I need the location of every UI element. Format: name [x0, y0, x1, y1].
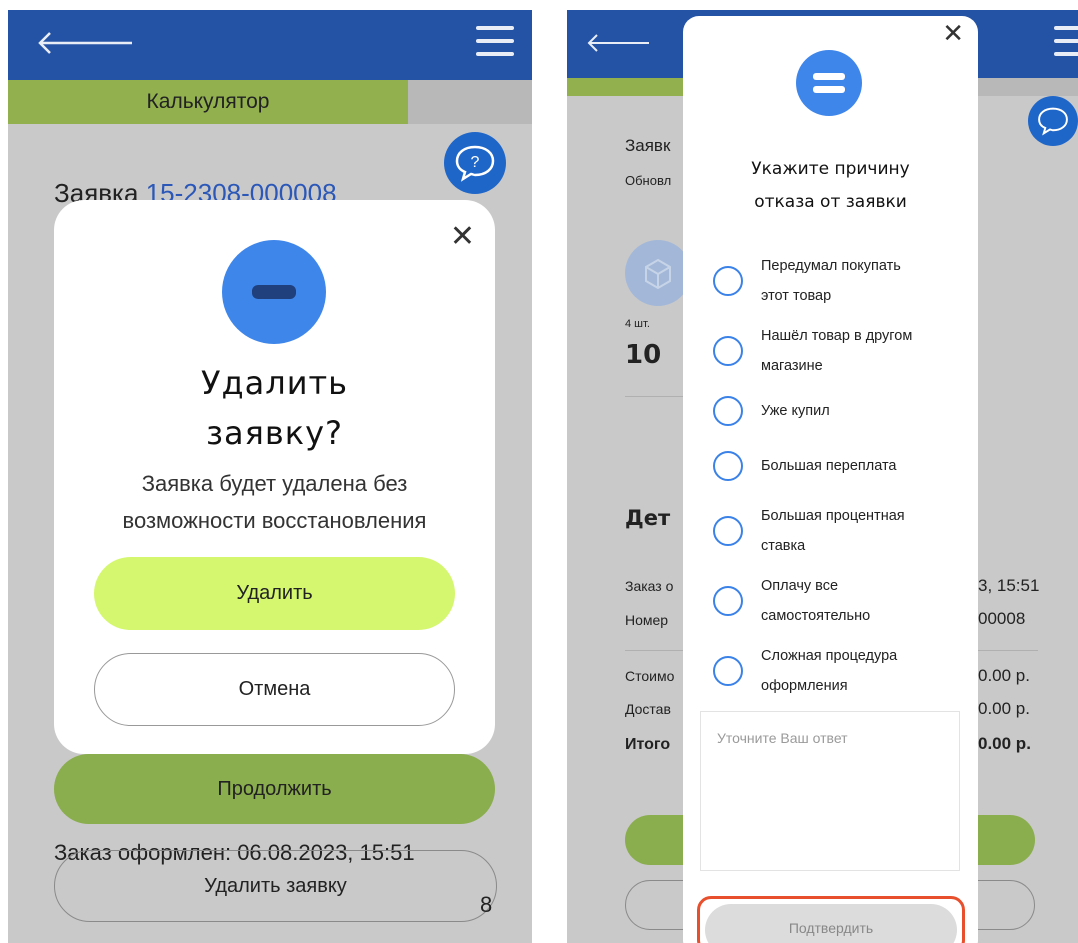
- arrow-left-icon[interactable]: [585, 30, 651, 56]
- reason-label: Оплачу все самостоятельно: [761, 578, 871, 624]
- delete-modal-description: Заявка будет удалена без возможности вос…: [122, 471, 427, 533]
- radio-button[interactable]: [713, 451, 743, 481]
- price-fragment: 10: [625, 340, 662, 370]
- chat-icon: [1038, 107, 1068, 136]
- hamburger-menu-icon[interactable]: [1054, 26, 1078, 60]
- quantity-text: 4 шт.: [625, 318, 650, 330]
- number-row-label: Номер: [625, 612, 669, 628]
- reason-option[interactable]: Оплачу все самостоятельно: [713, 571, 963, 631]
- total-value: 0.00 р.: [978, 734, 1031, 753]
- radio-button[interactable]: [713, 516, 743, 546]
- close-icon[interactable]: ✕: [942, 20, 964, 46]
- divider: [625, 396, 685, 397]
- radio-button[interactable]: [713, 396, 743, 426]
- delivery-value: 0.00 р.: [978, 699, 1030, 718]
- confirm-delete-button[interactable]: Удалить: [94, 557, 455, 630]
- details-heading-fragment: Дет: [625, 506, 671, 530]
- radio-button[interactable]: [713, 656, 743, 686]
- reason-title-line2: отказа от заявки: [754, 192, 907, 212]
- divider: [625, 650, 685, 651]
- equals-circle-icon: [796, 50, 862, 116]
- chat-help-button[interactable]: [1028, 96, 1078, 146]
- reason-option[interactable]: Уже купил: [713, 396, 963, 432]
- confirm-highlight: Подтвердить: [697, 896, 965, 943]
- reason-option[interactable]: Сложная процедура оформления: [713, 641, 963, 701]
- updated-fragment: Обновл: [625, 173, 672, 188]
- confirm-button[interactable]: Подтвердить: [705, 904, 957, 943]
- delivery-label: Достав: [625, 701, 671, 717]
- cube-icon: [625, 240, 691, 306]
- number-row-value: 00008: [978, 609, 1026, 628]
- radio-button[interactable]: [713, 586, 743, 616]
- order-row-value: 3, 15:51: [978, 576, 1040, 595]
- reason-label: Большая переплата: [761, 458, 897, 474]
- answer-textarea[interactable]: Уточните Ваш ответ: [700, 711, 960, 871]
- order-heading-fragment: Заявк: [625, 136, 671, 155]
- delete-modal-texts: Удалить заявку? Заявка будет удалена без…: [54, 10, 495, 943]
- reject-reason-modal: ✕ Укажите причину отказа от заявки Перед…: [683, 16, 978, 943]
- divider: [978, 650, 1038, 651]
- delete-modal-title: Удалить заявку?: [201, 364, 348, 452]
- reason-option[interactable]: Передумал покупать этот товар: [713, 251, 963, 311]
- order-row-label: Заказ о: [625, 578, 674, 594]
- reason-label: Большая процентная ставка: [761, 508, 905, 554]
- cost-value: 0.00 р.: [978, 666, 1030, 685]
- answer-placeholder: Уточните Ваш ответ: [717, 730, 848, 746]
- reason-label: Передумал покупать этот товар: [761, 258, 901, 304]
- reason-label: Уже купил: [761, 403, 830, 419]
- reason-title: Укажите причину отказа от заявки: [683, 153, 978, 219]
- cost-label: Стоимо: [625, 668, 675, 684]
- cancel-button[interactable]: Отмена: [94, 653, 455, 726]
- radio-button[interactable]: [713, 266, 743, 296]
- delete-order-screen: Калькулятор ? Заявка 15-2308-000008 Прод…: [8, 10, 532, 943]
- reason-option[interactable]: Нашёл товар в другом магазине: [713, 321, 963, 381]
- radio-button[interactable]: [713, 336, 743, 366]
- total-label: Итого: [625, 736, 671, 753]
- reject-reason-screen: Заявк Обновл 4 шт. 10 Дет Заказ о 3, 15:…: [567, 10, 1078, 943]
- reason-option[interactable]: Большая процентная ставка: [713, 501, 963, 561]
- reason-title-line1: Укажите причину: [751, 159, 910, 179]
- reason-label: Сложная процедура оформления: [761, 648, 898, 694]
- reason-option[interactable]: Большая переплата: [713, 451, 963, 487]
- reason-label: Нашёл товар в другом магазине: [761, 328, 913, 374]
